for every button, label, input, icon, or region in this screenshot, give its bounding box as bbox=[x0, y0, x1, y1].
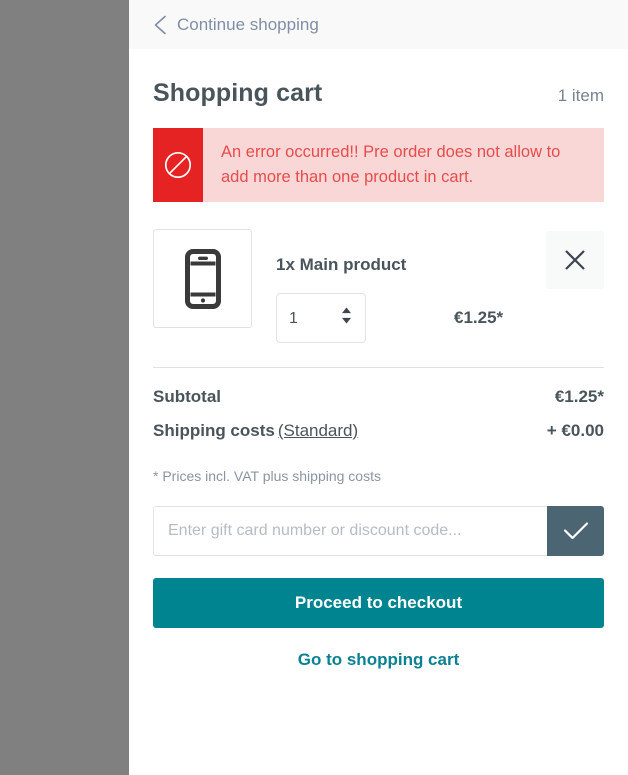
offcanvas-body: Shopping cart 1 item An error occurred!!… bbox=[129, 49, 628, 775]
discount-code-input[interactable] bbox=[153, 506, 547, 556]
close-icon bbox=[564, 249, 586, 271]
summary-divider bbox=[153, 367, 604, 368]
go-to-cart-wrap: Go to shopping cart bbox=[153, 628, 604, 670]
cart-item-count: 1 item bbox=[557, 86, 604, 105]
product-details: 1x Main product 12345678910 €1.25* bbox=[276, 229, 522, 343]
smartphone-icon bbox=[177, 248, 229, 310]
subtotal-label: Subtotal bbox=[153, 387, 221, 406]
product-name: 1x Main product bbox=[276, 255, 407, 274]
cart-offcanvas-panel: Continue shopping Shopping cart 1 item A… bbox=[129, 0, 628, 775]
subtotal-value: €1.25* bbox=[554, 387, 604, 406]
check-icon bbox=[563, 521, 589, 541]
go-to-shopping-cart-link[interactable]: Go to shopping cart bbox=[298, 650, 460, 669]
chevron-left-icon bbox=[153, 15, 167, 35]
shipping-method-link[interactable]: (Standard) bbox=[278, 421, 358, 440]
page-root: Continue shopping Shopping cart 1 item A… bbox=[0, 0, 628, 775]
proceed-to-checkout-button[interactable]: Proceed to checkout bbox=[153, 578, 604, 628]
subtotal-row: Subtotal €1.25* bbox=[153, 387, 604, 407]
apply-discount-button[interactable] bbox=[547, 506, 604, 556]
page-title: Shopping cart bbox=[153, 79, 323, 107]
error-alert-message: An error occurred!! Pre order does not a… bbox=[221, 143, 561, 186]
shipping-label-group: Shipping costs (Standard) bbox=[153, 421, 358, 441]
cart-line-item: 1x Main product 12345678910 €1.25* bbox=[153, 229, 604, 367]
offcanvas-header: Continue shopping bbox=[129, 0, 628, 49]
quantity-price-row: 12345678910 €1.25* bbox=[276, 293, 522, 343]
discount-code-group bbox=[153, 506, 604, 556]
error-alert: An error occurred!! Pre order does not a… bbox=[153, 128, 604, 202]
vat-note: * Prices incl. VAT plus shipping costs bbox=[153, 468, 381, 484]
offcanvas-backdrop[interactable] bbox=[0, 0, 129, 775]
prohibition-icon bbox=[153, 128, 203, 202]
product-thumbnail[interactable] bbox=[153, 229, 252, 328]
shipping-label: Shipping costs bbox=[153, 421, 275, 440]
quantity-stepper[interactable]: 12345678910 bbox=[276, 293, 366, 343]
cart-header-row: Shopping cart 1 item bbox=[153, 49, 604, 128]
shipping-value: + €0.00 bbox=[546, 421, 604, 440]
product-price: €1.25* bbox=[454, 308, 504, 327]
shipping-row: Shipping costs (Standard) + €0.00 bbox=[153, 421, 604, 441]
continue-shopping-link[interactable]: Continue shopping bbox=[153, 15, 319, 35]
continue-shopping-label: Continue shopping bbox=[177, 14, 319, 34]
remove-item-button[interactable] bbox=[546, 231, 604, 289]
quantity-stepper-wrap: 12345678910 bbox=[276, 293, 366, 343]
